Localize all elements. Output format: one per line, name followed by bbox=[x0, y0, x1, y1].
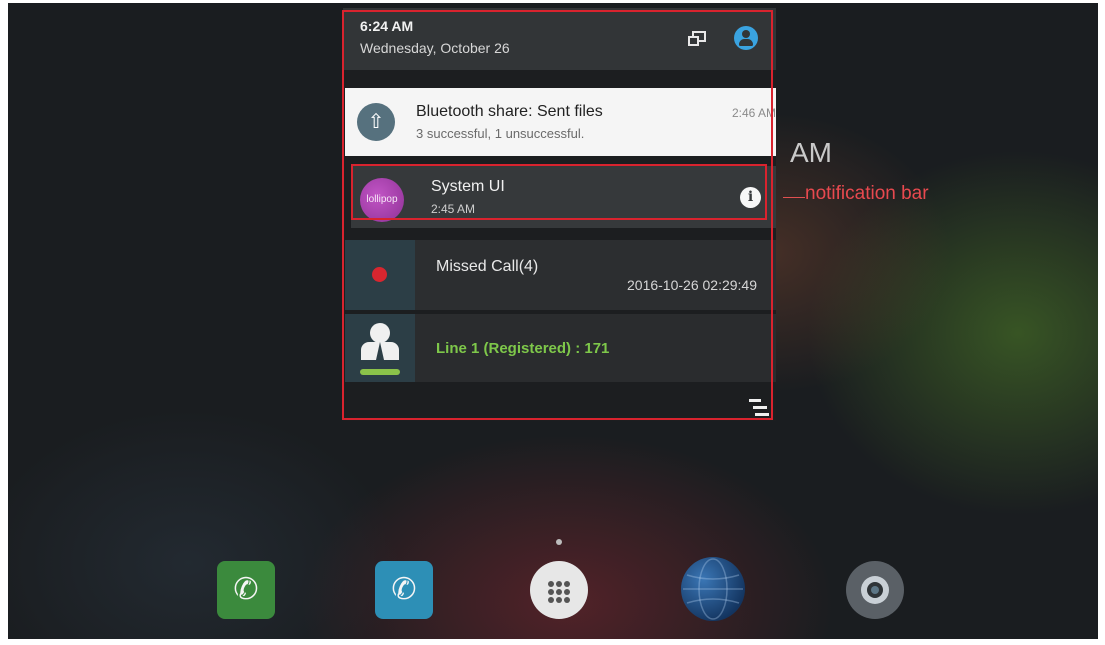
notification-bar-highlight bbox=[351, 164, 767, 220]
phone-icon: ✆ bbox=[233, 573, 259, 606]
annotation-leader-line bbox=[783, 197, 805, 198]
notification-line-status[interactable]: Line 1 (Registered) : 171 bbox=[345, 314, 776, 382]
line-status-label: Line 1 (Registered) : 171 bbox=[436, 340, 610, 357]
header-time: 6:24 AM bbox=[360, 18, 414, 34]
apps-grid-icon bbox=[548, 581, 570, 603]
header-date: Wednesday, October 26 bbox=[360, 40, 510, 56]
globe-icon bbox=[683, 558, 743, 620]
phone-app-button[interactable]: ✆ bbox=[217, 561, 275, 619]
camera-icon bbox=[861, 576, 889, 604]
missed-call-icon bbox=[372, 267, 387, 282]
missed-call-icon-box bbox=[345, 240, 415, 310]
call-log-app-button[interactable]: ✆ bbox=[375, 561, 433, 619]
notification-missed-call[interactable]: Missed Call(4) 2016-10-26 02:29:49 bbox=[345, 240, 776, 310]
notification-subtitle: 3 successful, 1 unsuccessful. bbox=[416, 126, 585, 141]
multi-window-icon[interactable] bbox=[688, 31, 706, 47]
registered-status-bar bbox=[360, 369, 400, 375]
user-account-icon[interactable] bbox=[734, 26, 758, 50]
user-icon bbox=[370, 323, 390, 343]
quick-settings-header[interactable]: 6:24 AM Wednesday, October 26 bbox=[343, 8, 776, 70]
home-screen: AM 6:24 AM Wednesday, October 26 ⇧ Bluet… bbox=[8, 3, 1098, 639]
app-drawer-button[interactable] bbox=[530, 561, 588, 619]
browser-app-button[interactable] bbox=[681, 557, 745, 621]
notification-title: Bluetooth share: Sent files bbox=[416, 103, 603, 120]
notification-bluetooth-share[interactable]: ⇧ Bluetooth share: Sent files 3 successf… bbox=[345, 88, 776, 156]
upload-icon: ⇧ bbox=[357, 103, 395, 141]
annotation-label: notification bar bbox=[805, 183, 929, 204]
notification-title: Missed Call(4) bbox=[436, 258, 539, 275]
clear-all-icon[interactable] bbox=[749, 399, 769, 417]
notification-time: 2:46 AM bbox=[731, 106, 776, 120]
user-icon-box bbox=[345, 314, 415, 382]
camera-app-button[interactable] bbox=[846, 561, 904, 619]
notification-datetime: 2016-10-26 02:29:49 bbox=[627, 277, 757, 293]
call-log-icon: ✆ bbox=[391, 573, 417, 606]
page-indicator bbox=[556, 539, 562, 545]
lockscreen-clock-suffix: AM bbox=[790, 137, 832, 168]
